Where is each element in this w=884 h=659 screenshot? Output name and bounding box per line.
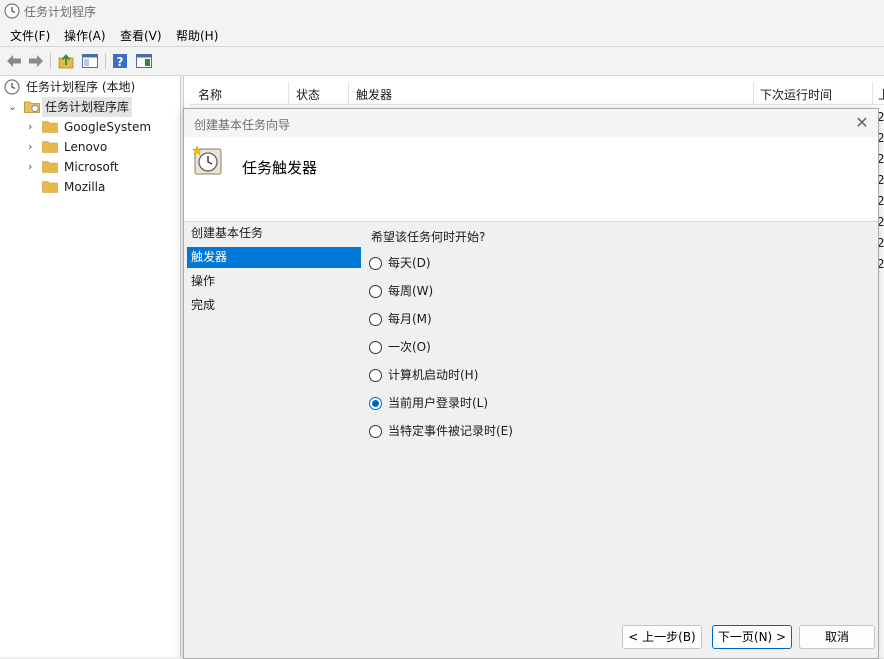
dialog-title: 创建基本任务向导 [194, 118, 291, 132]
next-button[interactable]: 下一页(N) > [712, 625, 792, 649]
clock-icon [4, 3, 20, 19]
close-icon[interactable]: ✕ [852, 113, 872, 133]
clock-icon [4, 79, 20, 95]
tree-item-folder[interactable]: › GoogleSystem [24, 117, 174, 137]
tree-item-label: Lenovo [64, 140, 108, 154]
tree-item-label: Mozilla [64, 180, 106, 194]
column-header-status[interactable]: 状态 [296, 86, 320, 103]
help-icon[interactable]: ? [111, 52, 129, 70]
chevron-down-icon[interactable]: ⌄ [8, 97, 20, 117]
column-header-name[interactable]: 名称 [198, 86, 222, 103]
tree-item-folder[interactable]: › Microsoft [24, 157, 174, 177]
radio-button[interactable] [369, 285, 382, 298]
chevron-right-icon[interactable]: › [28, 117, 40, 137]
radio-label: 计算机启动时(H) [388, 368, 479, 382]
trigger-question: 希望该任务何时开始? [371, 230, 486, 244]
toolbar-separator [50, 53, 51, 69]
tree-item-label: 任务计划程序 (本地) [26, 80, 136, 94]
tree-item-folder[interactable]: › Lenovo [24, 137, 174, 157]
radio-button[interactable] [369, 313, 382, 326]
radio-label: 当特定事件被记录时(E) [388, 424, 513, 438]
folder-icon [42, 161, 58, 173]
show-hide-action-pane-icon[interactable] [135, 52, 153, 70]
toolbar-separator [105, 53, 106, 69]
column-header-next-run[interactable]: 下次运行时间 [760, 86, 832, 103]
radio-label: 一次(O) [388, 340, 431, 354]
column-divider[interactable] [288, 82, 289, 104]
radio-button-selected[interactable] [369, 397, 382, 410]
tree-item-folder[interactable]: Mozilla [24, 177, 174, 197]
column-header-trigger[interactable]: 触发器 [356, 86, 392, 103]
dialog-title-bar: 创建基本任务向导 ✕ [184, 109, 878, 137]
wizard-steps: 创建基本任务 触发器 操作 完成 [184, 221, 362, 658]
radio-label: 当前用户登录时(L) [388, 396, 489, 410]
chevron-right-icon[interactable]: › [28, 157, 40, 177]
show-hide-console-tree-icon[interactable] [81, 52, 99, 70]
radio-button[interactable] [369, 257, 382, 270]
svg-text:?: ? [117, 55, 124, 69]
up-folder-icon[interactable] [57, 52, 75, 70]
chevron-right-icon[interactable]: › [28, 137, 40, 157]
dialog-header-title: 任务触发器 [242, 159, 318, 177]
column-divider[interactable] [348, 82, 349, 104]
list-header: 名称 状态 触发器 下次运行时间 上 [190, 82, 884, 105]
back-arrow-icon[interactable] [5, 52, 23, 70]
dialog-header: 任务触发器 [184, 137, 878, 222]
menu-bar: 文件(F) 操作(A) 查看(V) 帮助(H) [0, 22, 884, 46]
task-trigger-icon [192, 145, 222, 175]
column-divider[interactable] [753, 82, 754, 104]
step-create-basic-task: 创建基本任务 [191, 226, 264, 240]
title-bar: 任务计划程序 [0, 0, 884, 22]
folder-icon [42, 121, 58, 133]
column-divider[interactable] [872, 82, 873, 104]
menu-view[interactable]: 查看(V) [118, 27, 164, 44]
tree-item-library[interactable]: ⌄ 任务计划程序库 [4, 97, 174, 117]
menu-help[interactable]: 帮助(H) [174, 27, 220, 44]
menu-file[interactable]: 文件(F) [8, 27, 52, 44]
create-basic-task-wizard: 创建基本任务向导 ✕ 任务触发器 创建基本任务 触发器 操作 完成 希望该任务何… [183, 108, 879, 659]
step-finish: 完成 [191, 298, 216, 312]
radio-button[interactable] [369, 425, 382, 438]
column-header-last-run[interactable]: 上 [878, 86, 884, 103]
step-trigger: 触发器 [187, 247, 361, 268]
tree-item-root[interactable]: 任务计划程序 (本地) [4, 77, 174, 97]
tree-item-label: Microsoft [64, 160, 119, 174]
menu-action[interactable]: 操作(A) [62, 27, 108, 44]
radio-button[interactable] [369, 341, 382, 354]
tree-item-label: GoogleSystem [64, 120, 152, 134]
forward-arrow-icon[interactable] [27, 52, 45, 70]
window-title: 任务计划程序 [24, 5, 97, 19]
tree-item-label: 任务计划程序库 [42, 97, 133, 117]
wizard-content: 希望该任务何时开始? 每天(D) 每周(W) 每月(M) 一次(O) 计算机启动… [364, 221, 878, 658]
radio-label: 每周(W) [388, 284, 434, 298]
step-action: 操作 [191, 274, 216, 288]
radio-label: 每天(D) [388, 256, 431, 270]
folder-icon [42, 181, 58, 193]
radio-button[interactable] [369, 369, 382, 382]
task-library-folder-icon [24, 101, 40, 113]
radio-label: 每月(M) [388, 312, 432, 326]
folder-icon [42, 141, 58, 153]
console-tree: 任务计划程序 (本地) ⌄ 任务计划程序库 › GoogleSystem › L… [0, 76, 181, 657]
toolbar: ? [0, 46, 884, 76]
back-button[interactable]: < 上一步(B) [622, 625, 702, 649]
cancel-button[interactable]: 取消 [799, 625, 875, 649]
